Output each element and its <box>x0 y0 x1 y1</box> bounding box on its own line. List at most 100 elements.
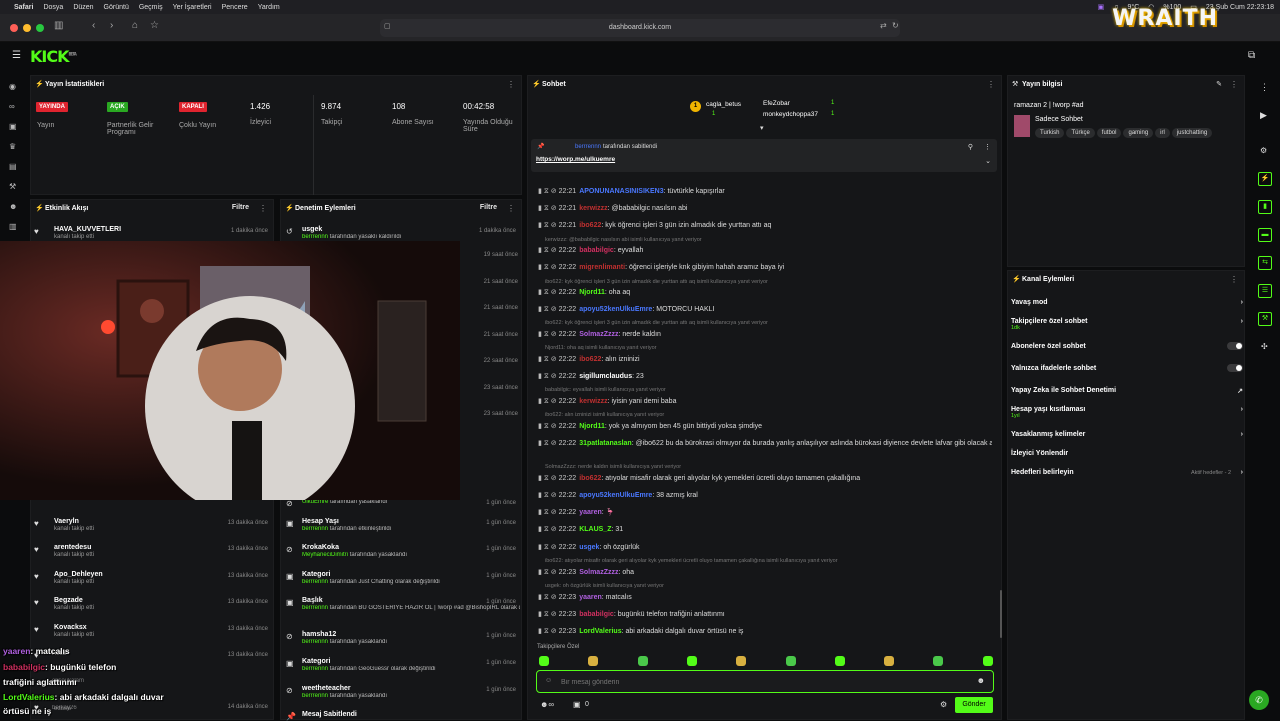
timeout-icon[interactable]: ⧖ <box>544 306 549 313</box>
delete-message-icon[interactable]: ▮ <box>538 205 542 212</box>
toggle-switch[interactable] <box>1227 364 1243 372</box>
quick-action-bolt-icon[interactable]: ⚡ <box>1258 172 1272 186</box>
timeout-icon[interactable]: ⧖ <box>544 509 549 516</box>
delete-message-icon[interactable]: ▮ <box>538 423 542 430</box>
ban-icon[interactable]: ⊘ <box>551 205 557 212</box>
message-user[interactable]: usgek <box>579 544 599 551</box>
stream-tag[interactable]: gaming <box>1123 128 1154 138</box>
moderation-menu-icon[interactable]: ⋮ <box>507 204 515 213</box>
chat-message[interactable]: ▮ ⧖ ⊘ 22:21 ibo622: kyk öğrenci işleri 3 gün… <box>538 221 992 230</box>
ban-icon[interactable]: ⊘ <box>551 544 557 551</box>
menubar-item-6[interactable]: Pencere <box>222 4 248 11</box>
delete-message-icon[interactable]: ▮ <box>538 222 542 229</box>
delete-message-icon[interactable]: ▮ <box>538 544 542 551</box>
wallet-icon[interactable]: ▥ <box>9 222 19 232</box>
chat-message[interactable]: ▮ ⧖ ⊘ 22:22 kerwizzz: iyisin yani demi baba <box>538 397 992 406</box>
maximize-window-button[interactable] <box>36 24 44 32</box>
chat-message[interactable]: ▮ ⧖ ⊘ 22:23 LordValerius: abi arkadaki dalga… <box>538 627 992 636</box>
channel-action-row[interactable]: Yalnızca ifadelerle sohbet <box>1011 364 1243 372</box>
chat-message[interactable]: ▮ ⧖ ⊘ 22:22 usgek: oh özgürlük <box>538 543 992 552</box>
message-user[interactable]: apoyu52kenUlkuEmre <box>579 492 652 499</box>
menubar-item-4[interactable]: Geçmiş <box>139 4 163 11</box>
site-settings-icon[interactable]: ▢ <box>384 22 391 30</box>
emote-quick-button[interactable] <box>588 656 599 666</box>
wrench-icon[interactable]: ⚒ <box>9 182 19 192</box>
menubar-item-5[interactable]: Yer İşaretleri <box>173 4 212 11</box>
chat-users-icon[interactable]: ☻∞ <box>540 700 554 709</box>
timeout-icon[interactable]: ⧖ <box>544 492 549 499</box>
chat-message[interactable]: ▮ ⧖ ⊘ 22:22 apoyu52kenUlkuEmre: 38 azmış kra… <box>538 491 992 500</box>
chevron-right-icon[interactable]: › <box>1241 299 1243 306</box>
chat-message[interactable]: ▮ ⧖ ⊘ 22:22 KLAUS_Z: 31 <box>538 525 992 534</box>
chat-message[interactable]: ▮ ⧖ ⊘ 22:22 31patlatanaslan: @ibo622 bu da b… <box>538 439 992 448</box>
delete-message-icon[interactable]: ▮ <box>538 356 542 363</box>
channel-action-row[interactable]: Yasaklanmış kelimeler › <box>1011 431 1243 438</box>
ban-icon[interactable]: ⊘ <box>551 628 557 635</box>
right-gear-icon[interactable]: ⚙ <box>1260 146 1267 155</box>
channel-action-row[interactable]: Takipçilere özel sohbet 1dk › <box>1011 318 1243 331</box>
activity-row[interactable]: ♥ Vaeryln kanalı takip etti 13 dakika önce <box>34 518 272 532</box>
moderation-target[interactable]: hamsha12 <box>286 631 520 638</box>
pinned-expand-icon[interactable]: ⌄ <box>985 157 991 165</box>
timeout-icon[interactable]: ⧖ <box>544 526 549 533</box>
activity-row[interactable]: ♥ Kovacksx kanalı takip etti 13 dakika önce <box>34 624 272 638</box>
moderation-row[interactable]: ↺ usgek berrrennn tarafından yasaklı kaldı… <box>286 226 520 240</box>
message-user[interactable]: yaaren <box>579 594 602 601</box>
emote-quick-button[interactable] <box>686 656 697 666</box>
message-user[interactable]: bababilgic <box>579 611 614 618</box>
top-gifter-3-name[interactable]: monkeydchoppa37 <box>763 111 818 118</box>
stream-info-menu-icon[interactable]: ⋮ <box>1230 80 1238 89</box>
support-chat-icon[interactable]: ✆ <box>1249 690 1269 710</box>
delete-message-icon[interactable]: ▮ <box>538 628 542 635</box>
timeout-icon[interactable]: ⧖ <box>544 423 549 430</box>
moderation-filter-button[interactable]: Filtre <box>480 204 497 211</box>
activity-filter-button[interactable]: Filtre <box>232 204 249 211</box>
stream-tag[interactable]: Türkçe <box>1066 128 1095 138</box>
message-user[interactable]: ibo622 <box>579 475 601 482</box>
quick-action-raid-icon[interactable]: ⇆ <box>1258 256 1272 270</box>
top-gifter-1-name[interactable]: cagla_betus <box>706 101 741 108</box>
message-user[interactable]: Njord11 <box>579 423 605 430</box>
ban-icon[interactable]: ⊘ <box>551 222 557 229</box>
delete-message-icon[interactable]: ▮ <box>538 306 542 313</box>
right-menu-icon[interactable]: ⋮ <box>1260 82 1269 93</box>
ban-icon[interactable]: ⊘ <box>551 331 557 338</box>
message-user[interactable]: 31patlatanaslan <box>579 440 632 447</box>
ban-icon[interactable]: ⊘ <box>551 492 557 499</box>
ban-icon[interactable]: ⊘ <box>551 356 557 363</box>
delete-message-icon[interactable]: ▮ <box>538 188 542 195</box>
timeout-icon[interactable]: ⧖ <box>544 222 549 229</box>
delete-message-icon[interactable]: ▮ <box>538 373 542 380</box>
menubar-item-0[interactable]: Safari <box>14 4 33 11</box>
timeout-icon[interactable]: ⧖ <box>544 398 549 405</box>
menubar-item-3[interactable]: Görüntü <box>104 4 129 11</box>
ban-icon[interactable]: ⊘ <box>551 264 557 271</box>
emote-quick-button[interactable] <box>637 656 648 666</box>
emote-quick-button[interactable] <box>834 656 845 666</box>
chat-menu-icon[interactable]: ⋮ <box>987 80 995 89</box>
timeout-icon[interactable]: ⧖ <box>544 331 549 338</box>
broadcast-icon[interactable]: ◉ <box>9 82 19 92</box>
ban-icon[interactable]: ⊘ <box>551 569 557 576</box>
message-user[interactable]: Njord11 <box>579 289 605 296</box>
message-user[interactable]: KLAUS_Z <box>579 526 611 533</box>
moderator-name[interactable]: berrrennn <box>302 579 328 585</box>
menubar-item-1[interactable]: Dosya <box>43 4 63 11</box>
chevron-right-icon[interactable]: › <box>1241 318 1243 325</box>
message-user[interactable]: yaaren <box>579 509 602 516</box>
moderation-target[interactable]: KrokaKoka <box>286 544 520 551</box>
activity-row[interactable]: ♥ 13 dakika önce <box>34 650 272 660</box>
category-name[interactable]: Sadece Sohbet <box>1035 116 1083 123</box>
twitch-icon[interactable]: ▣ <box>1098 3 1105 11</box>
moderation-target[interactable]: weetheteacher <box>286 685 520 692</box>
quick-action-add-icon[interactable]: ✣ <box>1261 342 1268 351</box>
activity-row[interactable]: ♥ Apo_Dehleyen kanalı takip etti 13 dakika … <box>34 571 272 585</box>
message-user[interactable]: ibo622 <box>579 222 601 229</box>
moderator-name[interactable]: berrrennn <box>302 666 328 672</box>
ban-icon[interactable]: ⊘ <box>551 398 557 405</box>
channel-actions-menu-icon[interactable]: ⋮ <box>1230 275 1238 284</box>
chat-input[interactable] <box>561 675 961 689</box>
moderation-target[interactable]: Başlık <box>286 597 520 604</box>
delete-message-icon[interactable]: ▮ <box>538 475 542 482</box>
stream-tag[interactable]: Turkish <box>1035 128 1065 138</box>
